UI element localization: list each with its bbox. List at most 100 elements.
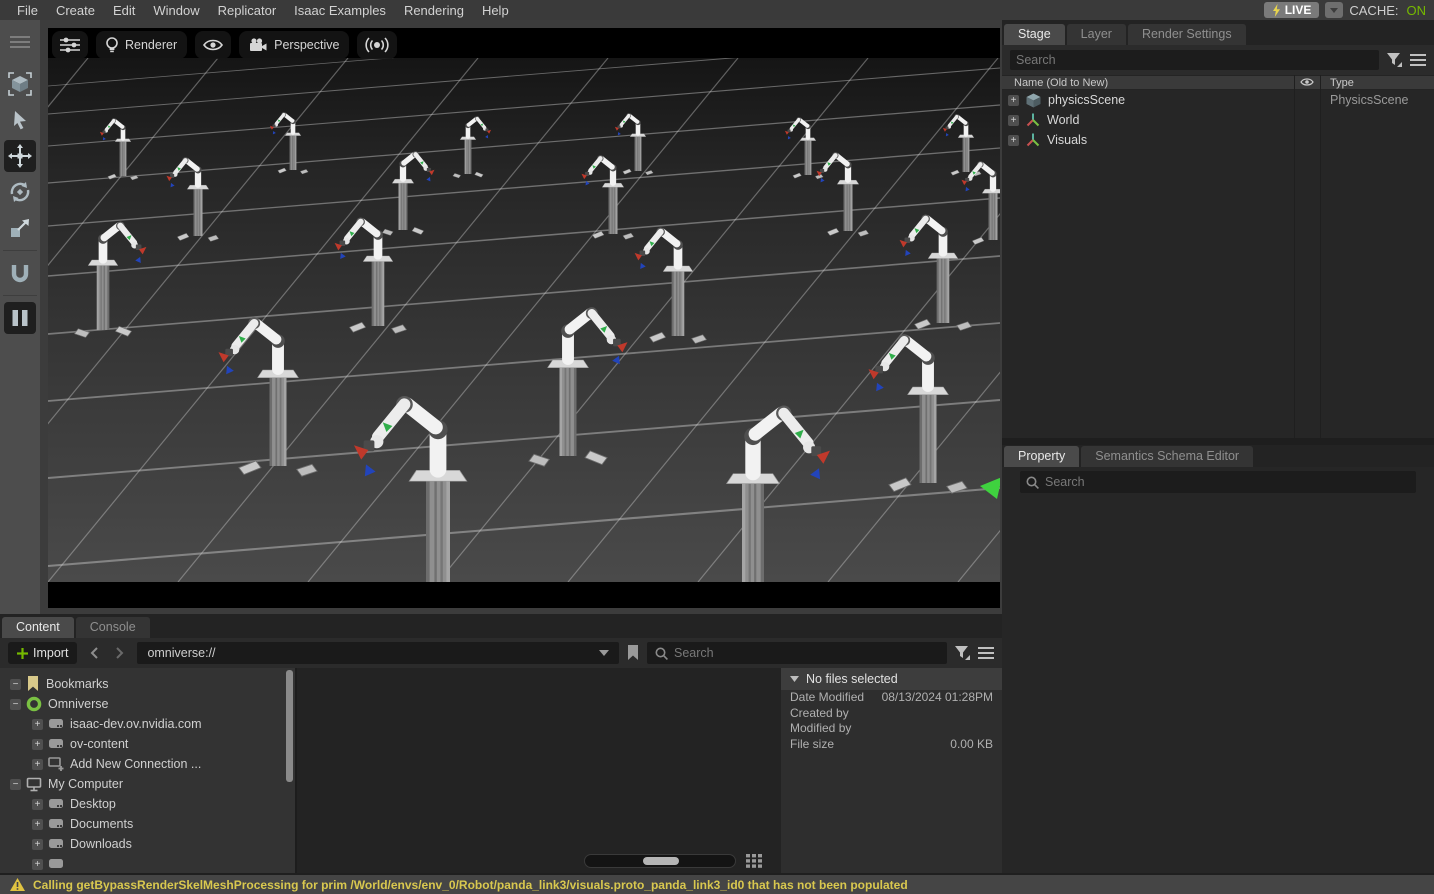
nav-back-button[interactable]: [85, 643, 103, 663]
menu-file[interactable]: File: [8, 3, 47, 18]
collapse-toggle[interactable]: −: [10, 699, 21, 710]
menu-help[interactable]: Help: [473, 3, 518, 18]
expand-toggle[interactable]: +: [32, 819, 43, 830]
property-search-input[interactable]: [1045, 475, 1410, 489]
cache-status: ON: [1407, 3, 1427, 18]
main-row: Renderer: [0, 20, 1002, 614]
drive-icon: [48, 857, 64, 871]
expand-toggle[interactable]: +: [1008, 135, 1019, 146]
tab-property[interactable]: Property: [1004, 446, 1079, 467]
collapse-toggle[interactable]: −: [10, 779, 21, 790]
file-grid-area[interactable]: [297, 668, 781, 873]
menu-create[interactable]: Create: [47, 3, 104, 18]
tree-item-bookmarks[interactable]: − Bookmarks: [0, 674, 295, 694]
dropdown-arrow-icon[interactable]: [599, 650, 609, 656]
menu-handle-icon: [10, 36, 30, 48]
expand-toggle[interactable]: +: [32, 799, 43, 810]
tab-semantics-schema-editor[interactable]: Semantics Schema Editor: [1081, 446, 1253, 467]
status-bar: Calling getBypassRenderSkelMeshProcessin…: [0, 873, 1434, 894]
tree-scrollbar[interactable]: [286, 670, 293, 782]
camera-menu-button[interactable]: Perspective: [239, 31, 349, 59]
tree-item-desktop[interactable]: + Desktop: [0, 794, 295, 814]
eye-icon: [1300, 77, 1314, 87]
tree-item-server[interactable]: + ov-content: [0, 734, 295, 754]
nav-forward-button[interactable]: [111, 643, 129, 663]
prim-name: World: [1047, 113, 1079, 127]
column-type-header[interactable]: Type: [1330, 77, 1354, 89]
search-icon: [655, 647, 668, 660]
options-menu-icon[interactable]: [978, 647, 994, 659]
select-tool-button[interactable]: [4, 104, 36, 136]
tab-stage[interactable]: Stage: [1004, 24, 1065, 45]
expand-toggle[interactable]: +: [32, 739, 43, 750]
column-divider[interactable]: [1320, 75, 1321, 438]
live-sync-button[interactable]: [357, 31, 397, 59]
filter-icon[interactable]: [955, 646, 970, 660]
rotate-tool-button[interactable]: [4, 176, 36, 208]
tree-item-partial[interactable]: +: [0, 854, 295, 873]
options-menu-icon[interactable]: [1410, 54, 1426, 66]
tree-item-omniverse[interactable]: − Omniverse: [0, 694, 295, 714]
tab-layer[interactable]: Layer: [1067, 24, 1126, 45]
tree-item-documents[interactable]: + Documents: [0, 814, 295, 834]
rotate-tool-icon: [8, 180, 32, 204]
tree-item-downloads[interactable]: + Downloads: [0, 834, 295, 854]
content-search-input[interactable]: [674, 646, 939, 660]
import-button[interactable]: Import: [8, 642, 77, 664]
tab-console[interactable]: Console: [76, 617, 150, 638]
menu-isaac-examples[interactable]: Isaac Examples: [285, 3, 395, 18]
tree-item-label: isaac-dev.ov.nvidia.com: [70, 717, 202, 731]
snap-tool-button[interactable]: [4, 257, 36, 289]
stage-row-physicsscene[interactable]: + physicsScene PhysicsScene: [1002, 90, 1434, 110]
visibility-column-header[interactable]: [1300, 77, 1314, 90]
menu-replicator[interactable]: Replicator: [209, 3, 286, 18]
tree-item-add-connection[interactable]: + Add New Connection ...: [0, 754, 295, 774]
stage-search[interactable]: [1010, 50, 1379, 70]
detail-value: 08/13/2024 01:28PM: [882, 691, 993, 705]
menu-edit[interactable]: Edit: [104, 3, 144, 18]
viewport-3d-scene[interactable]: [48, 58, 1000, 582]
expand-toggle[interactable]: +: [1008, 115, 1019, 126]
tab-render-settings[interactable]: Render Settings: [1128, 24, 1246, 45]
viewport[interactable]: Renderer: [48, 28, 1000, 608]
live-button[interactable]: LIVE: [1264, 2, 1320, 18]
bookmark-icon[interactable]: [627, 645, 639, 661]
expand-toggle[interactable]: +: [32, 859, 43, 870]
renderer-menu-button[interactable]: Renderer: [96, 31, 187, 59]
stage-search-input[interactable]: [1016, 53, 1373, 67]
stage-row-visuals[interactable]: + Visuals: [1002, 130, 1434, 150]
content-search[interactable]: [647, 642, 947, 664]
viewport-settings-button[interactable]: [52, 31, 88, 59]
visibility-menu-button[interactable]: [195, 31, 231, 59]
column-divider[interactable]: [1294, 75, 1295, 438]
scale-tool-button[interactable]: [4, 212, 36, 244]
property-search[interactable]: [1020, 471, 1416, 493]
tree-item-label: Desktop: [70, 797, 116, 811]
filter-icon[interactable]: [1387, 53, 1402, 67]
column-name-header[interactable]: Name (Old to New): [1002, 77, 1108, 89]
stage-tree-header[interactable]: Name (Old to New) Type: [1002, 75, 1434, 90]
path-breadcrumb[interactable]: omniverse://: [137, 642, 619, 664]
live-dropdown-button[interactable]: [1325, 2, 1343, 18]
expand-toggle[interactable]: +: [1008, 95, 1019, 106]
pause-button[interactable]: [4, 302, 36, 334]
move-tool-button[interactable]: [4, 140, 36, 172]
collapse-toggle[interactable]: −: [10, 679, 21, 690]
renderer-label: Renderer: [125, 38, 177, 52]
menu-window[interactable]: Window: [144, 3, 208, 18]
grid-view-icon[interactable]: [746, 854, 763, 868]
stage-row-world[interactable]: + World: [1002, 110, 1434, 130]
tab-content[interactable]: Content: [2, 617, 74, 638]
expand-toggle[interactable]: +: [32, 839, 43, 850]
expand-toggle[interactable]: +: [32, 719, 43, 730]
menu-rendering[interactable]: Rendering: [395, 3, 473, 18]
slider-thumb[interactable]: [643, 857, 679, 865]
tree-item-server[interactable]: + isaac-dev.ov.nvidia.com: [0, 714, 295, 734]
bookmark-icon: [26, 676, 40, 692]
tree-item-my-computer[interactable]: − My Computer: [0, 774, 295, 794]
toolbar-drag-handle[interactable]: [4, 26, 36, 58]
details-header[interactable]: No files selected: [781, 668, 1002, 690]
expand-toggle[interactable]: +: [32, 759, 43, 770]
selection-mode-button[interactable]: [4, 68, 36, 100]
thumbnail-size-slider[interactable]: [584, 854, 736, 868]
